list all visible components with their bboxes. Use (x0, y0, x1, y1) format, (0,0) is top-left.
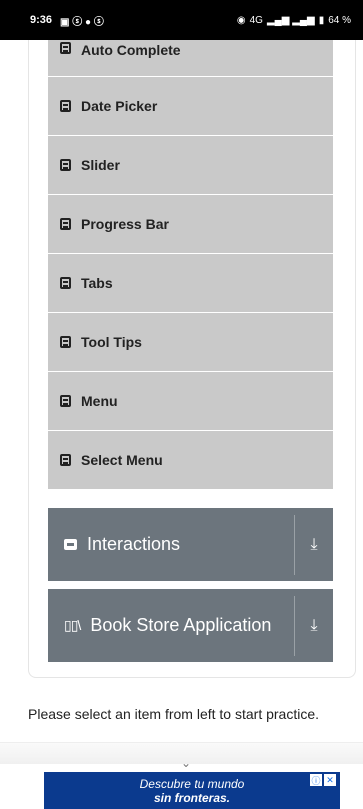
menu-item-label: Auto Complete (81, 42, 181, 58)
document-icon (60, 42, 71, 54)
group-header-interactions[interactable]: Interactions ⤓ (48, 508, 333, 581)
books-icon: ▯▯\ (64, 617, 81, 633)
battery-level: 64 % (328, 14, 351, 26)
menu-item-label: Slider (81, 157, 120, 173)
menu-item-select-menu[interactable]: Select Menu (48, 431, 333, 490)
group-header-label: Interactions (87, 534, 181, 554)
menu-item-menu[interactable]: Menu (48, 372, 333, 431)
document-icon (60, 159, 71, 171)
signal-icon: ◉ (236, 14, 246, 26)
menu-item-tabs[interactable]: Tabs (48, 254, 333, 313)
menu-item-label: Progress Bar (81, 216, 169, 232)
download-arrow-icon[interactable]: ⤓ (295, 617, 333, 635)
menu-item-progress-bar[interactable]: Progress Bar (48, 195, 333, 254)
signal-bars-icon: ▂▄▆ ▂▄▆ (266, 14, 315, 26)
download-arrow-icon[interactable]: ⤓ (295, 536, 333, 554)
network-type: 4G (249, 14, 263, 26)
status-time: 9:36 (30, 14, 53, 26)
group-header-label: Book Store Application (90, 615, 272, 635)
document-icon (60, 218, 71, 230)
menu-item-label: Select Menu (81, 452, 163, 468)
menu-item-label: Tabs (81, 275, 113, 291)
practice-hint: Please select an item from left to start… (28, 706, 320, 722)
ad-close-icon[interactable]: ✕ (324, 774, 336, 786)
menu-item-date-picker[interactable]: Date Picker (48, 77, 333, 136)
document-icon (60, 454, 71, 466)
menu-item-slider[interactable]: Slider (48, 136, 333, 195)
ad-banner[interactable]: Descubre tu mundo sin fronteras. ⓘ ✕ (44, 772, 340, 809)
menu-item-label: Menu (81, 393, 118, 409)
document-icon (60, 100, 71, 112)
battery-icon: ▮ (318, 14, 325, 26)
menu-item-label: Date Picker (81, 98, 158, 114)
chevron-down-icon[interactable]: ⌄ (181, 756, 191, 770)
menu-item-auto-complete[interactable]: Auto Complete (48, 40, 333, 77)
notification-icons: ▣ ⓢ ● ⓢ (60, 16, 104, 28)
ad-line-1: Descubre tu mundo (139, 776, 245, 791)
status-bar: 9:36 ▣ ⓢ ● ⓢ ◉ 4G ▂▄▆ ▂▄▆ ▮ 64 % (0, 0, 363, 40)
ad-line-2: sin fronteras. (153, 790, 231, 805)
group-header-book-store[interactable]: ▯▯\ Book Store Application ⤓ (48, 589, 333, 662)
ad-info-icon[interactable]: ⓘ (310, 774, 322, 786)
menu-item-tool-tips[interactable]: Tool Tips (48, 313, 333, 372)
menu-item-label: Tool Tips (81, 334, 142, 350)
interactions-icon (64, 539, 77, 550)
ad-controls: ⓘ ✕ (310, 774, 336, 786)
document-icon (60, 336, 71, 348)
widgets-menu-list: Auto Complete Date Picker Slider Progres… (48, 40, 333, 490)
document-icon (60, 395, 71, 407)
document-icon (60, 277, 71, 289)
